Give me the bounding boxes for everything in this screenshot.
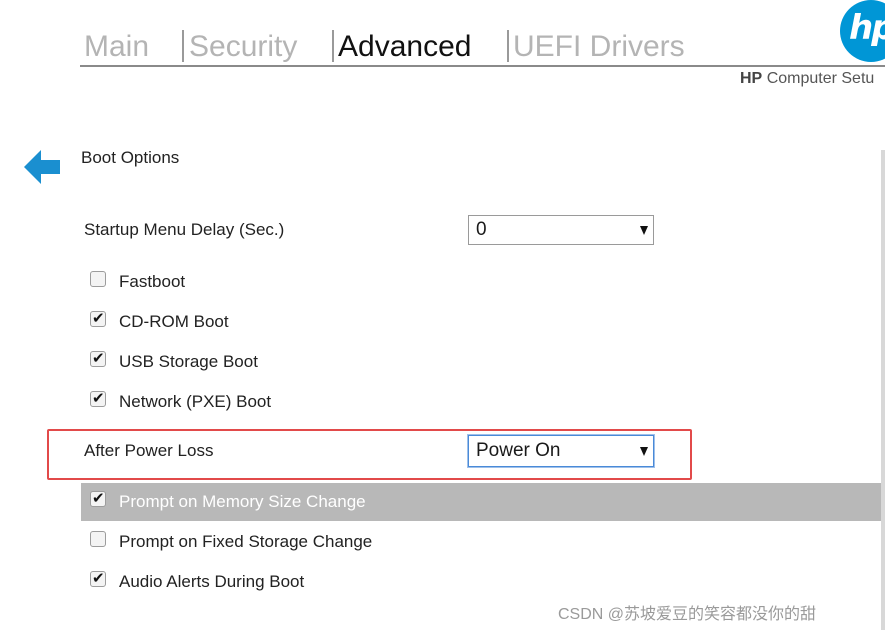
option-prompt-fixed-storage-change[interactable]: Prompt on Fixed Storage Change	[81, 523, 881, 563]
option-cdrom-boot[interactable]: ✔ CD-ROM Boot	[81, 303, 881, 343]
startup-delay-select[interactable]: 0	[468, 215, 654, 245]
checkmark-icon: ✔	[92, 569, 105, 587]
tab-advanced[interactable]: Advanced	[338, 27, 471, 67]
checkbox[interactable]	[90, 531, 106, 547]
section-title: Boot Options	[81, 148, 180, 167]
back-arrow-icon[interactable]	[24, 148, 62, 186]
option-label: USB Storage Boot	[119, 352, 258, 371]
after-power-loss-select[interactable]: Power On	[468, 435, 654, 467]
checkbox[interactable]: ✔	[90, 389, 106, 407]
checkbox[interactable]: ✔	[90, 489, 106, 507]
dropdown-arrow-icon	[640, 447, 648, 456]
tab-underline	[80, 65, 885, 67]
option-fastboot[interactable]: Fastboot	[81, 263, 881, 303]
option-label: Fastboot	[119, 272, 186, 291]
bios-setup-page: Main Security Advanced UEFI Drivers hp H…	[0, 0, 885, 630]
option-label: Prompt on Memory Size Change	[119, 492, 366, 511]
checkmark-icon: ✔	[92, 349, 105, 367]
scrollbar-track[interactable]	[881, 150, 885, 630]
tab-uefi-drivers[interactable]: UEFI Drivers	[513, 27, 685, 67]
checkmark-icon: ✔	[92, 489, 105, 507]
checkmark-icon: ✔	[92, 389, 105, 407]
tab-separator	[332, 30, 334, 62]
option-label: Network (PXE) Boot	[119, 392, 272, 411]
option-label: Prompt on Fixed Storage Change	[119, 532, 373, 551]
option-prompt-memory-size-change[interactable]: ✔ Prompt on Memory Size Change	[81, 483, 881, 521]
option-audio-alerts-during-boot[interactable]: ✔ Audio Alerts During Boot	[81, 563, 881, 603]
checkbox[interactable]: ✔	[90, 309, 106, 327]
watermark-text: CSDN @苏坡爱豆的笑容都没你的甜	[558, 606, 817, 623]
option-label: CD-ROM Boot	[119, 312, 229, 331]
app-title: HP Computer Setu	[740, 70, 874, 88]
option-label: Audio Alerts During Boot	[119, 572, 305, 591]
app-title-text: Computer Setu	[766, 70, 875, 87]
checkbox[interactable]	[90, 271, 106, 287]
checkmark-icon: ✔	[92, 309, 105, 327]
tab-main[interactable]: Main	[84, 27, 149, 67]
startup-delay-value: 0	[476, 219, 487, 240]
tab-bar: Main Security Advanced UEFI Drivers	[82, 27, 885, 67]
app-title-brand: HP	[740, 70, 763, 87]
tab-separator	[507, 30, 509, 62]
checkbox[interactable]: ✔	[90, 349, 106, 367]
after-power-loss-label: After Power Loss	[84, 441, 214, 460]
option-usb-storage-boot[interactable]: ✔ USB Storage Boot	[81, 343, 881, 383]
option-network-pxe-boot[interactable]: ✔ Network (PXE) Boot	[81, 383, 881, 423]
after-power-loss-value: Power On	[476, 440, 561, 461]
hp-logo-text: hp	[849, 8, 885, 48]
dropdown-arrow-icon	[640, 226, 648, 235]
startup-delay-label: Startup Menu Delay (Sec.)	[84, 220, 285, 239]
tab-security[interactable]: Security	[189, 27, 297, 67]
tab-separator	[182, 30, 184, 62]
checkbox[interactable]: ✔	[90, 569, 106, 587]
